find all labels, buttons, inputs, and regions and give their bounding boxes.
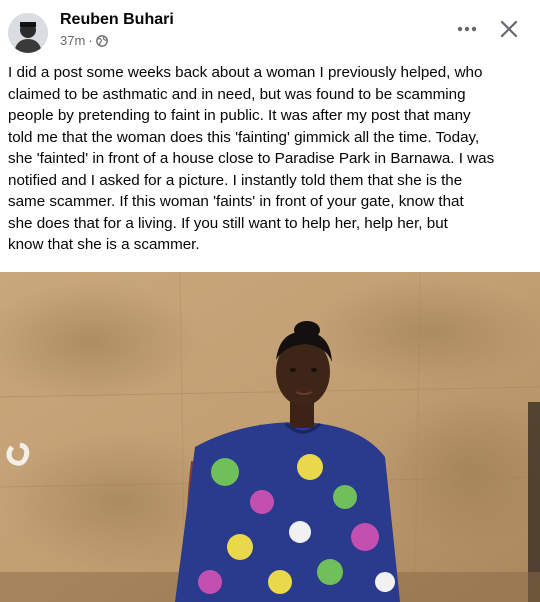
timestamp[interactable]: 37m (60, 33, 85, 48)
profile-picture (8, 13, 48, 53)
post-photo[interactable] (0, 272, 540, 602)
post-text-line: people by pretending to faint in public.… (8, 107, 471, 124)
post-text: I did a post some weeks back about a wom… (8, 62, 534, 256)
post-text-line: claimed to be asthmatic and in need, but… (8, 85, 466, 103)
author-name[interactable]: Reuben Buhari (60, 11, 174, 29)
more-horizontal-icon (457, 26, 477, 32)
avatar[interactable] (8, 13, 48, 53)
photo-woman-by-wall (0, 272, 540, 602)
post-meta: 37m · (60, 33, 108, 48)
close-icon (500, 20, 518, 38)
meta-separator: · (88, 33, 93, 48)
post-text-line: she 'fainted' in front of a house close … (8, 150, 495, 167)
post-text-line: told me that the woman does this 'fainti… (8, 128, 480, 146)
post-text-line: she does that for a living. If you still… (8, 214, 448, 232)
post-text-line: same scammer. If this woman 'faints' in … (8, 193, 464, 210)
post-text-line: know that she is a scammer. (8, 236, 200, 253)
post-text-line: notified and I asked for a picture. I in… (8, 171, 463, 189)
more-options-button[interactable] (452, 14, 482, 44)
close-button[interactable] (494, 14, 524, 44)
post-header: Reuben Buhari 37m · (0, 0, 540, 58)
globe-icon[interactable] (95, 34, 108, 47)
post-text-line: I did a post some weeks back about a wom… (8, 64, 483, 81)
